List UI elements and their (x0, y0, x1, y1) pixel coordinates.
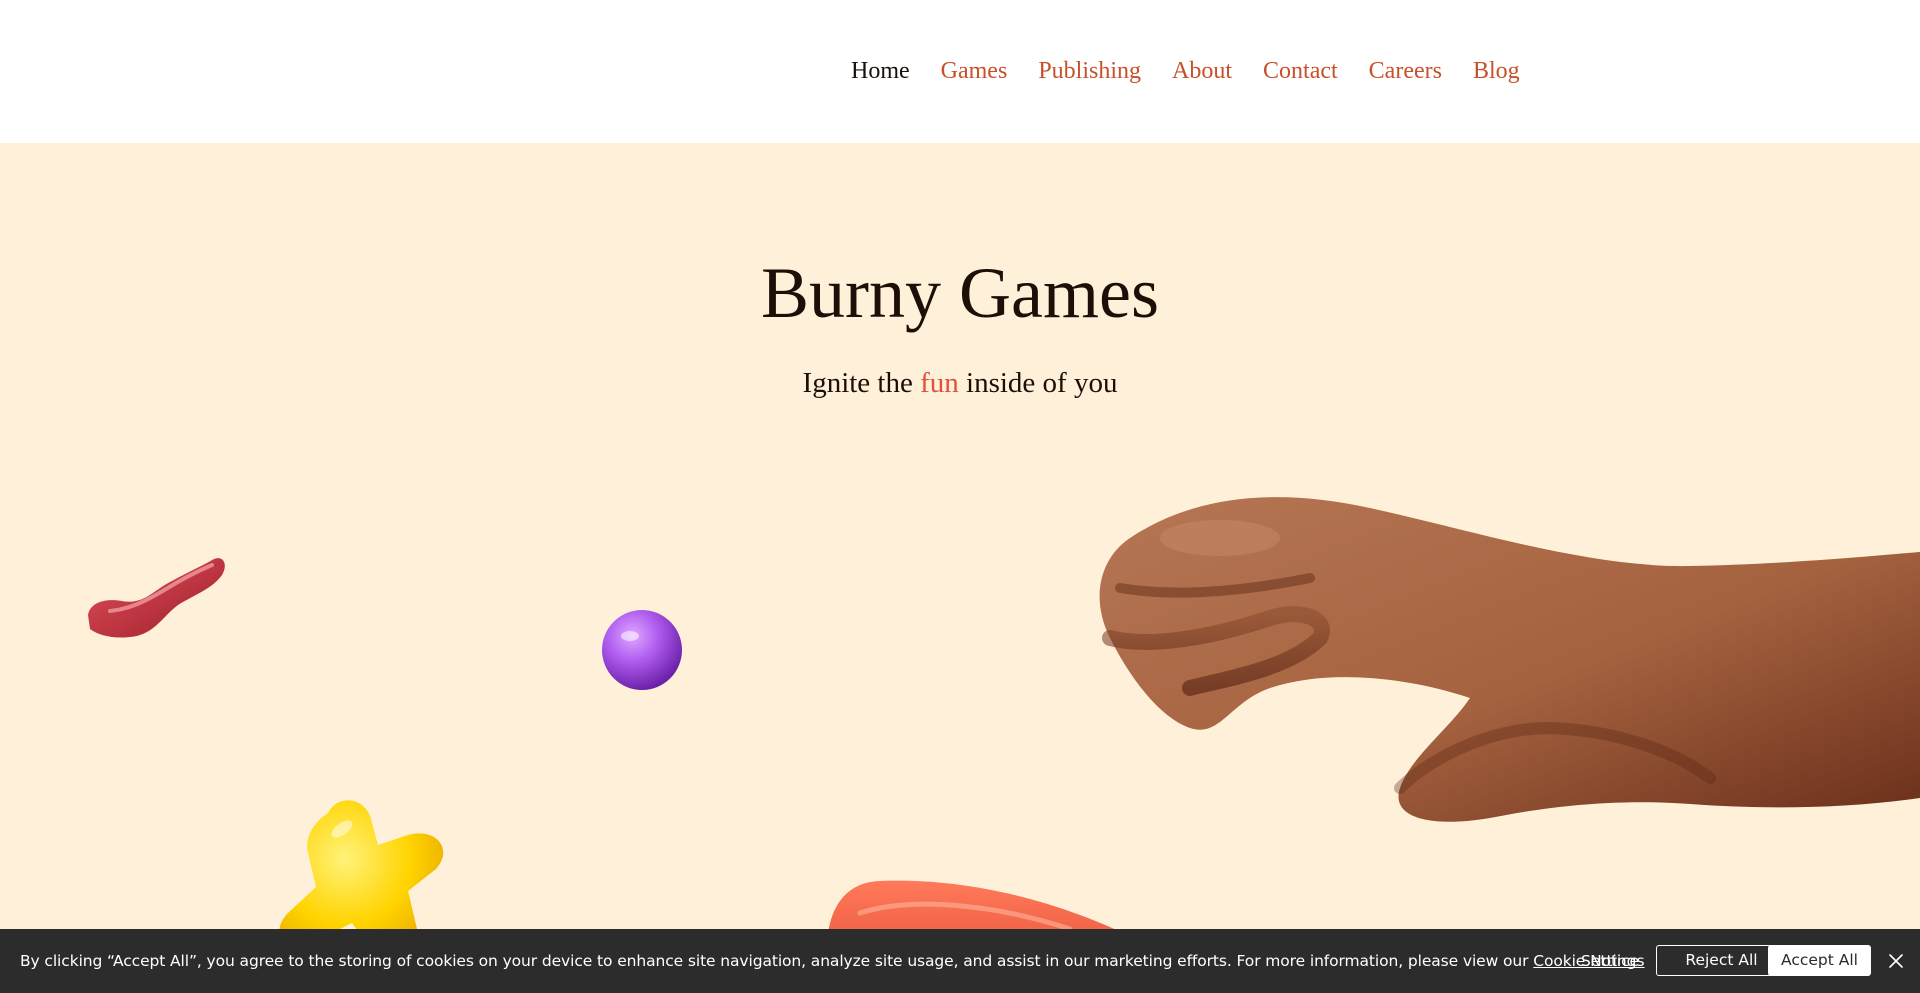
cartoon-hand-image (1099, 497, 1920, 822)
cookie-settings-link[interactable]: Settings (1581, 951, 1645, 971)
nav-games-link[interactable]: Games (941, 56, 1008, 86)
tagline-end: inside of you (958, 367, 1118, 399)
cookie-message: By clicking “Accept All”, you agree to t… (20, 951, 1639, 971)
hero-title: Burny Games (761, 253, 1159, 333)
cookie-message-text: By clicking “Accept All”, you agree to t… (20, 952, 1534, 970)
nav-home-link[interactable]: Home (851, 56, 910, 86)
nav-careers-link[interactable]: Careers (1369, 56, 1442, 86)
tagline-accent-word: fun (920, 367, 959, 399)
close-icon[interactable] (1886, 951, 1906, 971)
page: Home Games Publishing About Contact Care… (0, 0, 1920, 993)
purple-ball-image (602, 610, 682, 690)
nav-blog-link[interactable]: Blog (1473, 56, 1520, 86)
accept-all-button[interactable]: Accept All (1768, 945, 1871, 976)
nav-about-link[interactable]: About (1172, 56, 1232, 86)
tagline-start: Ignite the (802, 367, 921, 399)
hero-tagline: Ignite the fun inside of you (0, 365, 1920, 401)
main-nav: Home Games Publishing About Contact Care… (851, 56, 1520, 86)
nav-contact-link[interactable]: Contact (1263, 56, 1338, 86)
red-wavy-candy-image (88, 558, 225, 638)
cookie-banner: By clicking “Accept All”, you agree to t… (0, 929, 1920, 993)
nav-publishing-link[interactable]: Publishing (1038, 56, 1141, 86)
site-header: Home Games Publishing About Contact Care… (0, 0, 1920, 143)
hero-section: Burny Games Ignite the fun inside of you (0, 143, 1920, 993)
